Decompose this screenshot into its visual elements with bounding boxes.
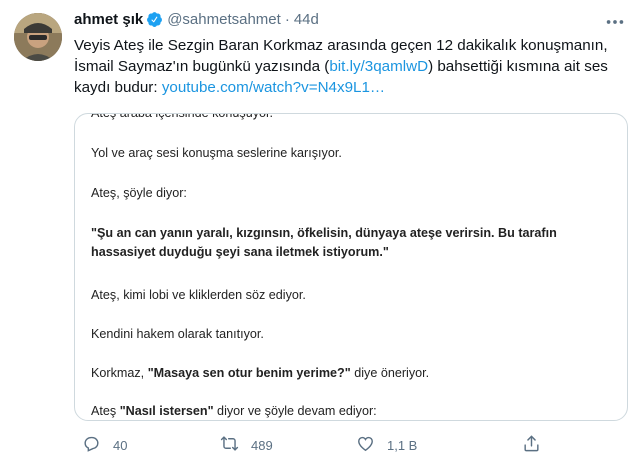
tweet-image[interactable]: Ateş araba içerisinde konuşuyor. Yol ve … xyxy=(74,113,628,421)
retweet-button[interactable]: 489 xyxy=(220,434,273,456)
document-screenshot: Ateş araba içerisinde konuşuyor. Yol ve … xyxy=(75,114,627,420)
like-icon xyxy=(356,434,387,456)
doc-quote-line-1: "Şu an can yanın yaralı, kızgınsın, öfke… xyxy=(91,226,557,240)
like-count: 1,1 B xyxy=(387,437,418,453)
doc-line-cut: Ateş araba içerisinde konuşuyor. xyxy=(91,113,274,120)
doc-line-5-post: diye öneriyor. xyxy=(350,366,430,380)
doc-line-5-bold: "Masaya sen otur benim yerime?" xyxy=(147,366,351,380)
more-icon[interactable] xyxy=(604,11,626,33)
reply-icon xyxy=(82,434,113,456)
tweet-time[interactable]: 44d xyxy=(294,11,319,28)
tweet-header: ahmet şık @sahmetsahmet · 44d xyxy=(74,11,319,28)
reply-count: 40 xyxy=(113,437,128,453)
separator-dot: · xyxy=(284,11,290,28)
doc-line-6-pre: Ateş xyxy=(91,404,120,418)
author-name[interactable]: ahmet şık xyxy=(74,11,143,28)
verified-badge-icon xyxy=(146,11,163,28)
doc-quote-line-2: hassasiyet duyduğu şeyi sana iletmek ist… xyxy=(91,245,389,259)
tweet-text: Veyis Ateş ile Sezgin Baran Korkmaz aras… xyxy=(74,35,626,98)
doc-line-5: Korkmaz, "Masaya sen otur benim yerime?"… xyxy=(91,364,611,383)
doc-line-4: Kendini hakem olarak tanıtıyor. xyxy=(91,327,264,341)
author-handle[interactable]: @sahmetsahmet xyxy=(167,11,281,28)
action-bar: 40 489 1,1 B xyxy=(74,434,626,460)
doc-line-6-bold: "Nasıl istersen" xyxy=(119,404,214,418)
doc-line-2: Ateş, şöyle diyor: xyxy=(91,186,187,200)
doc-quote: "Şu an can yanın yaralı, kızgınsın, öfke… xyxy=(91,224,611,262)
avatar[interactable] xyxy=(14,13,62,61)
doc-line-1: Yol ve araç sesi konuşma seslerine karış… xyxy=(91,146,342,160)
share-icon xyxy=(522,434,553,456)
share-button[interactable] xyxy=(522,434,553,456)
tweet-link-bitly[interactable]: bit.ly/3qamlwD xyxy=(329,58,428,75)
reply-button[interactable]: 40 xyxy=(82,434,127,456)
doc-line-5-pre: Korkmaz, xyxy=(91,366,148,380)
retweet-icon xyxy=(220,434,251,456)
tweet-link-youtube[interactable]: youtube.com/watch?v=N4x9L1… xyxy=(162,79,385,96)
like-button[interactable]: 1,1 B xyxy=(356,434,417,456)
doc-line-3: Ateş, kimi lobi ve kliklerden söz ediyor… xyxy=(91,288,306,302)
doc-line-6-post: diyor ve şöyle devam ediyor: xyxy=(213,404,377,418)
doc-line-6: Ateş "Nasıl istersen" diyor ve şöyle dev… xyxy=(91,402,611,420)
retweet-count: 489 xyxy=(251,437,273,453)
